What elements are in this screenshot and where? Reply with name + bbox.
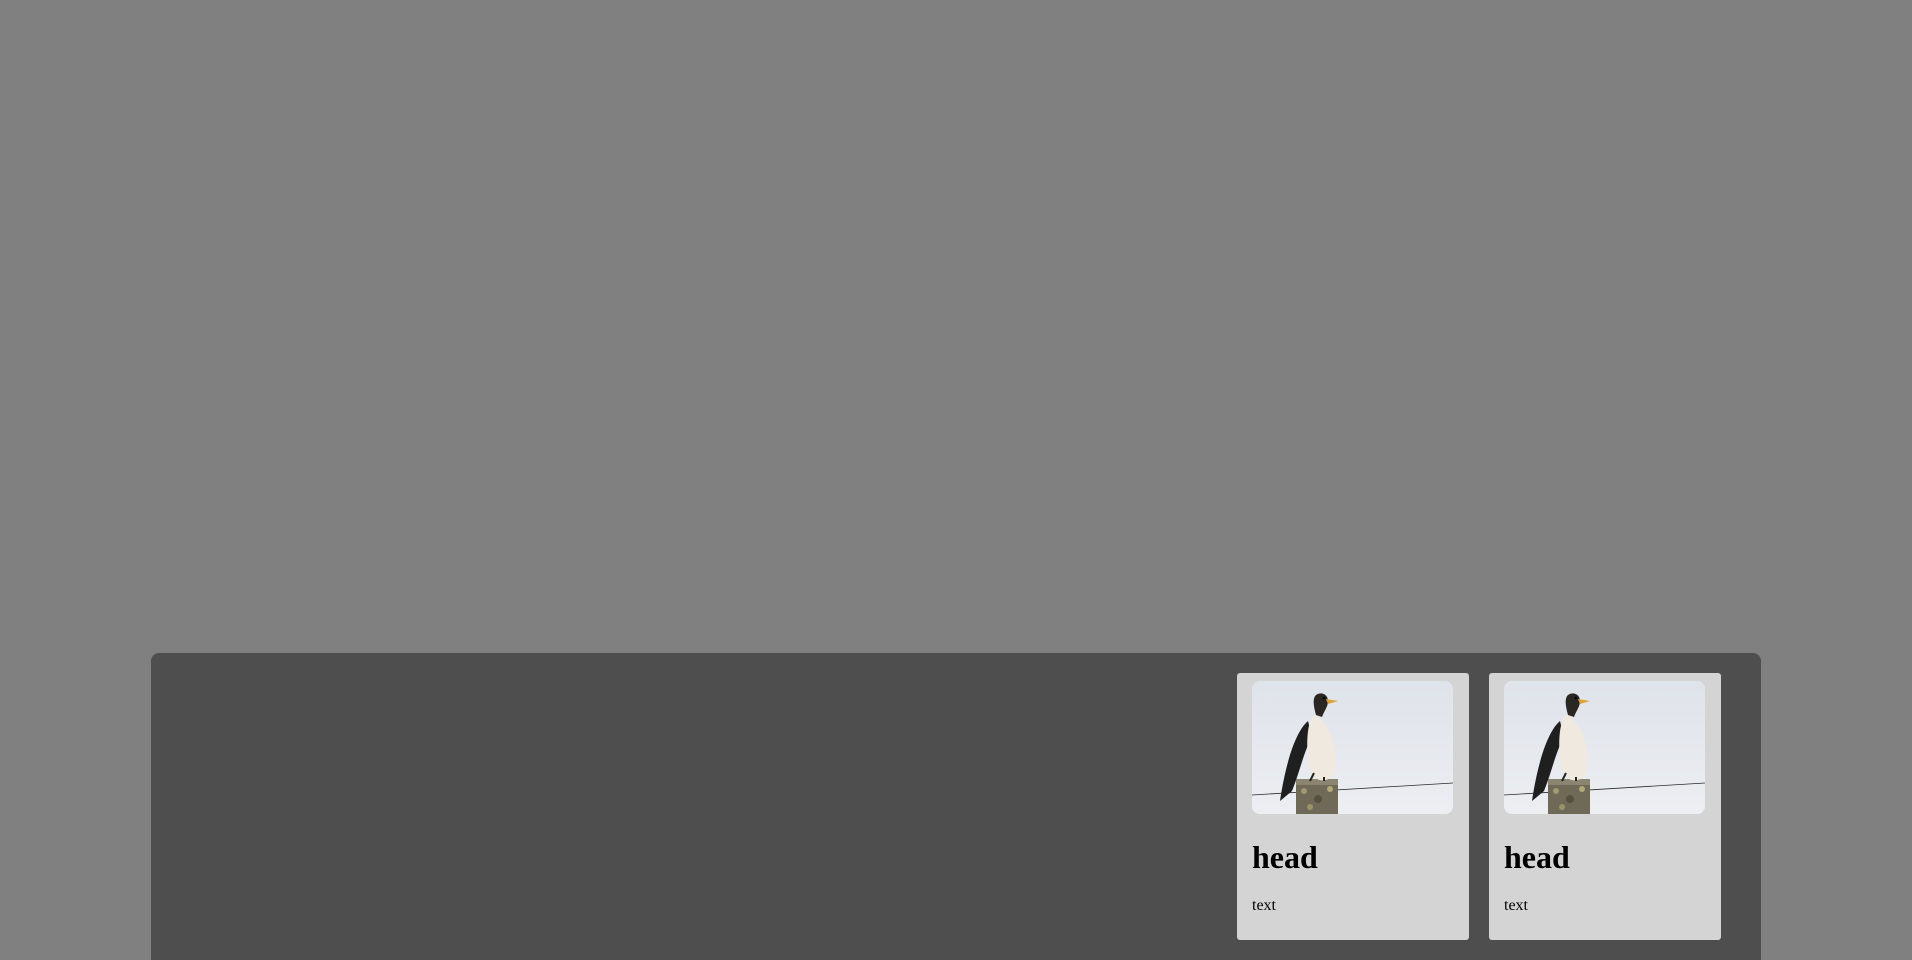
card-head: head (1252, 839, 1318, 875)
card[interactable]: head text (1237, 673, 1469, 940)
card[interactable]: head text (1489, 673, 1721, 940)
card-head: head (1504, 839, 1570, 875)
cormorant-photo (1252, 681, 1453, 814)
card-text: text (1504, 897, 1528, 914)
card-image (1252, 681, 1453, 814)
cormorant-photo (1504, 681, 1705, 814)
bottom-panel: head text head text (151, 653, 1761, 960)
card-image (1504, 681, 1705, 814)
card-text: text (1252, 897, 1276, 914)
